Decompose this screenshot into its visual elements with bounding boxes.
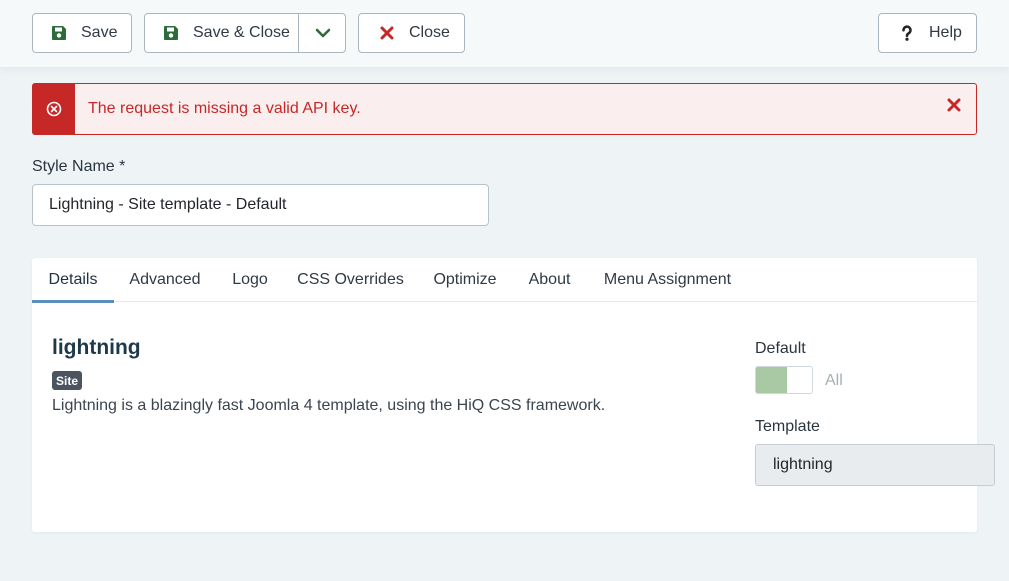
close-label: Close [409, 24, 450, 41]
style-name-label: Style Name * [32, 158, 126, 175]
tab-menu-assignment[interactable]: Menu Assignment [586, 258, 749, 302]
template-label: Template [755, 418, 820, 435]
close-button[interactable]: Close [358, 13, 465, 53]
chevron-down-icon [315, 28, 330, 38]
save-button[interactable]: Save [32, 13, 132, 53]
toolbar: Save Save & Close Close Help [0, 0, 1009, 67]
circle-x-icon [46, 101, 62, 117]
save-options-dropdown-toggle[interactable] [299, 14, 346, 52]
question-mark-icon [899, 25, 915, 41]
default-option-text: All [825, 372, 843, 389]
save-label: Save [81, 24, 118, 41]
x-icon [379, 25, 395, 41]
tab-details[interactable]: Details [32, 258, 114, 303]
tab-about[interactable]: About [513, 258, 586, 302]
save-close-label: Save & Close [193, 24, 290, 41]
close-icon [947, 98, 961, 112]
help-button[interactable]: Help [878, 13, 977, 53]
tab-logo[interactable]: Logo [216, 258, 284, 302]
alert-message: The request is missing a valid API key. [88, 100, 361, 117]
default-toggle[interactable] [755, 366, 813, 394]
template-readonly-input [755, 444, 995, 486]
floppy-disk-icon [163, 25, 179, 41]
floppy-disk-icon [51, 25, 67, 41]
tab-css-overrides[interactable]: CSS Overrides [284, 258, 417, 302]
tab-advanced[interactable]: Advanced [114, 258, 216, 302]
template-name-heading: lightning [52, 336, 141, 359]
default-label: Default [755, 340, 806, 357]
alert-dismiss-button[interactable] [945, 96, 963, 114]
template-description: Lightning is a blazingly fast Joomla 4 t… [52, 397, 606, 414]
tab-bar: Details Advanced Logo CSS Overrides Opti… [32, 258, 977, 303]
error-alert: The request is missing a valid API key. [32, 83, 977, 135]
tab-optimize[interactable]: Optimize [417, 258, 513, 302]
toggle-knob [756, 367, 787, 393]
help-label: Help [929, 24, 962, 41]
alert-icon-area [33, 84, 75, 134]
tabs-panel: Details Advanced Logo CSS Overrides Opti… [32, 258, 995, 532]
style-name-input[interactable] [32, 184, 489, 226]
save-close-button[interactable]: Save & Close [144, 13, 346, 53]
site-badge: Site [52, 371, 83, 390]
